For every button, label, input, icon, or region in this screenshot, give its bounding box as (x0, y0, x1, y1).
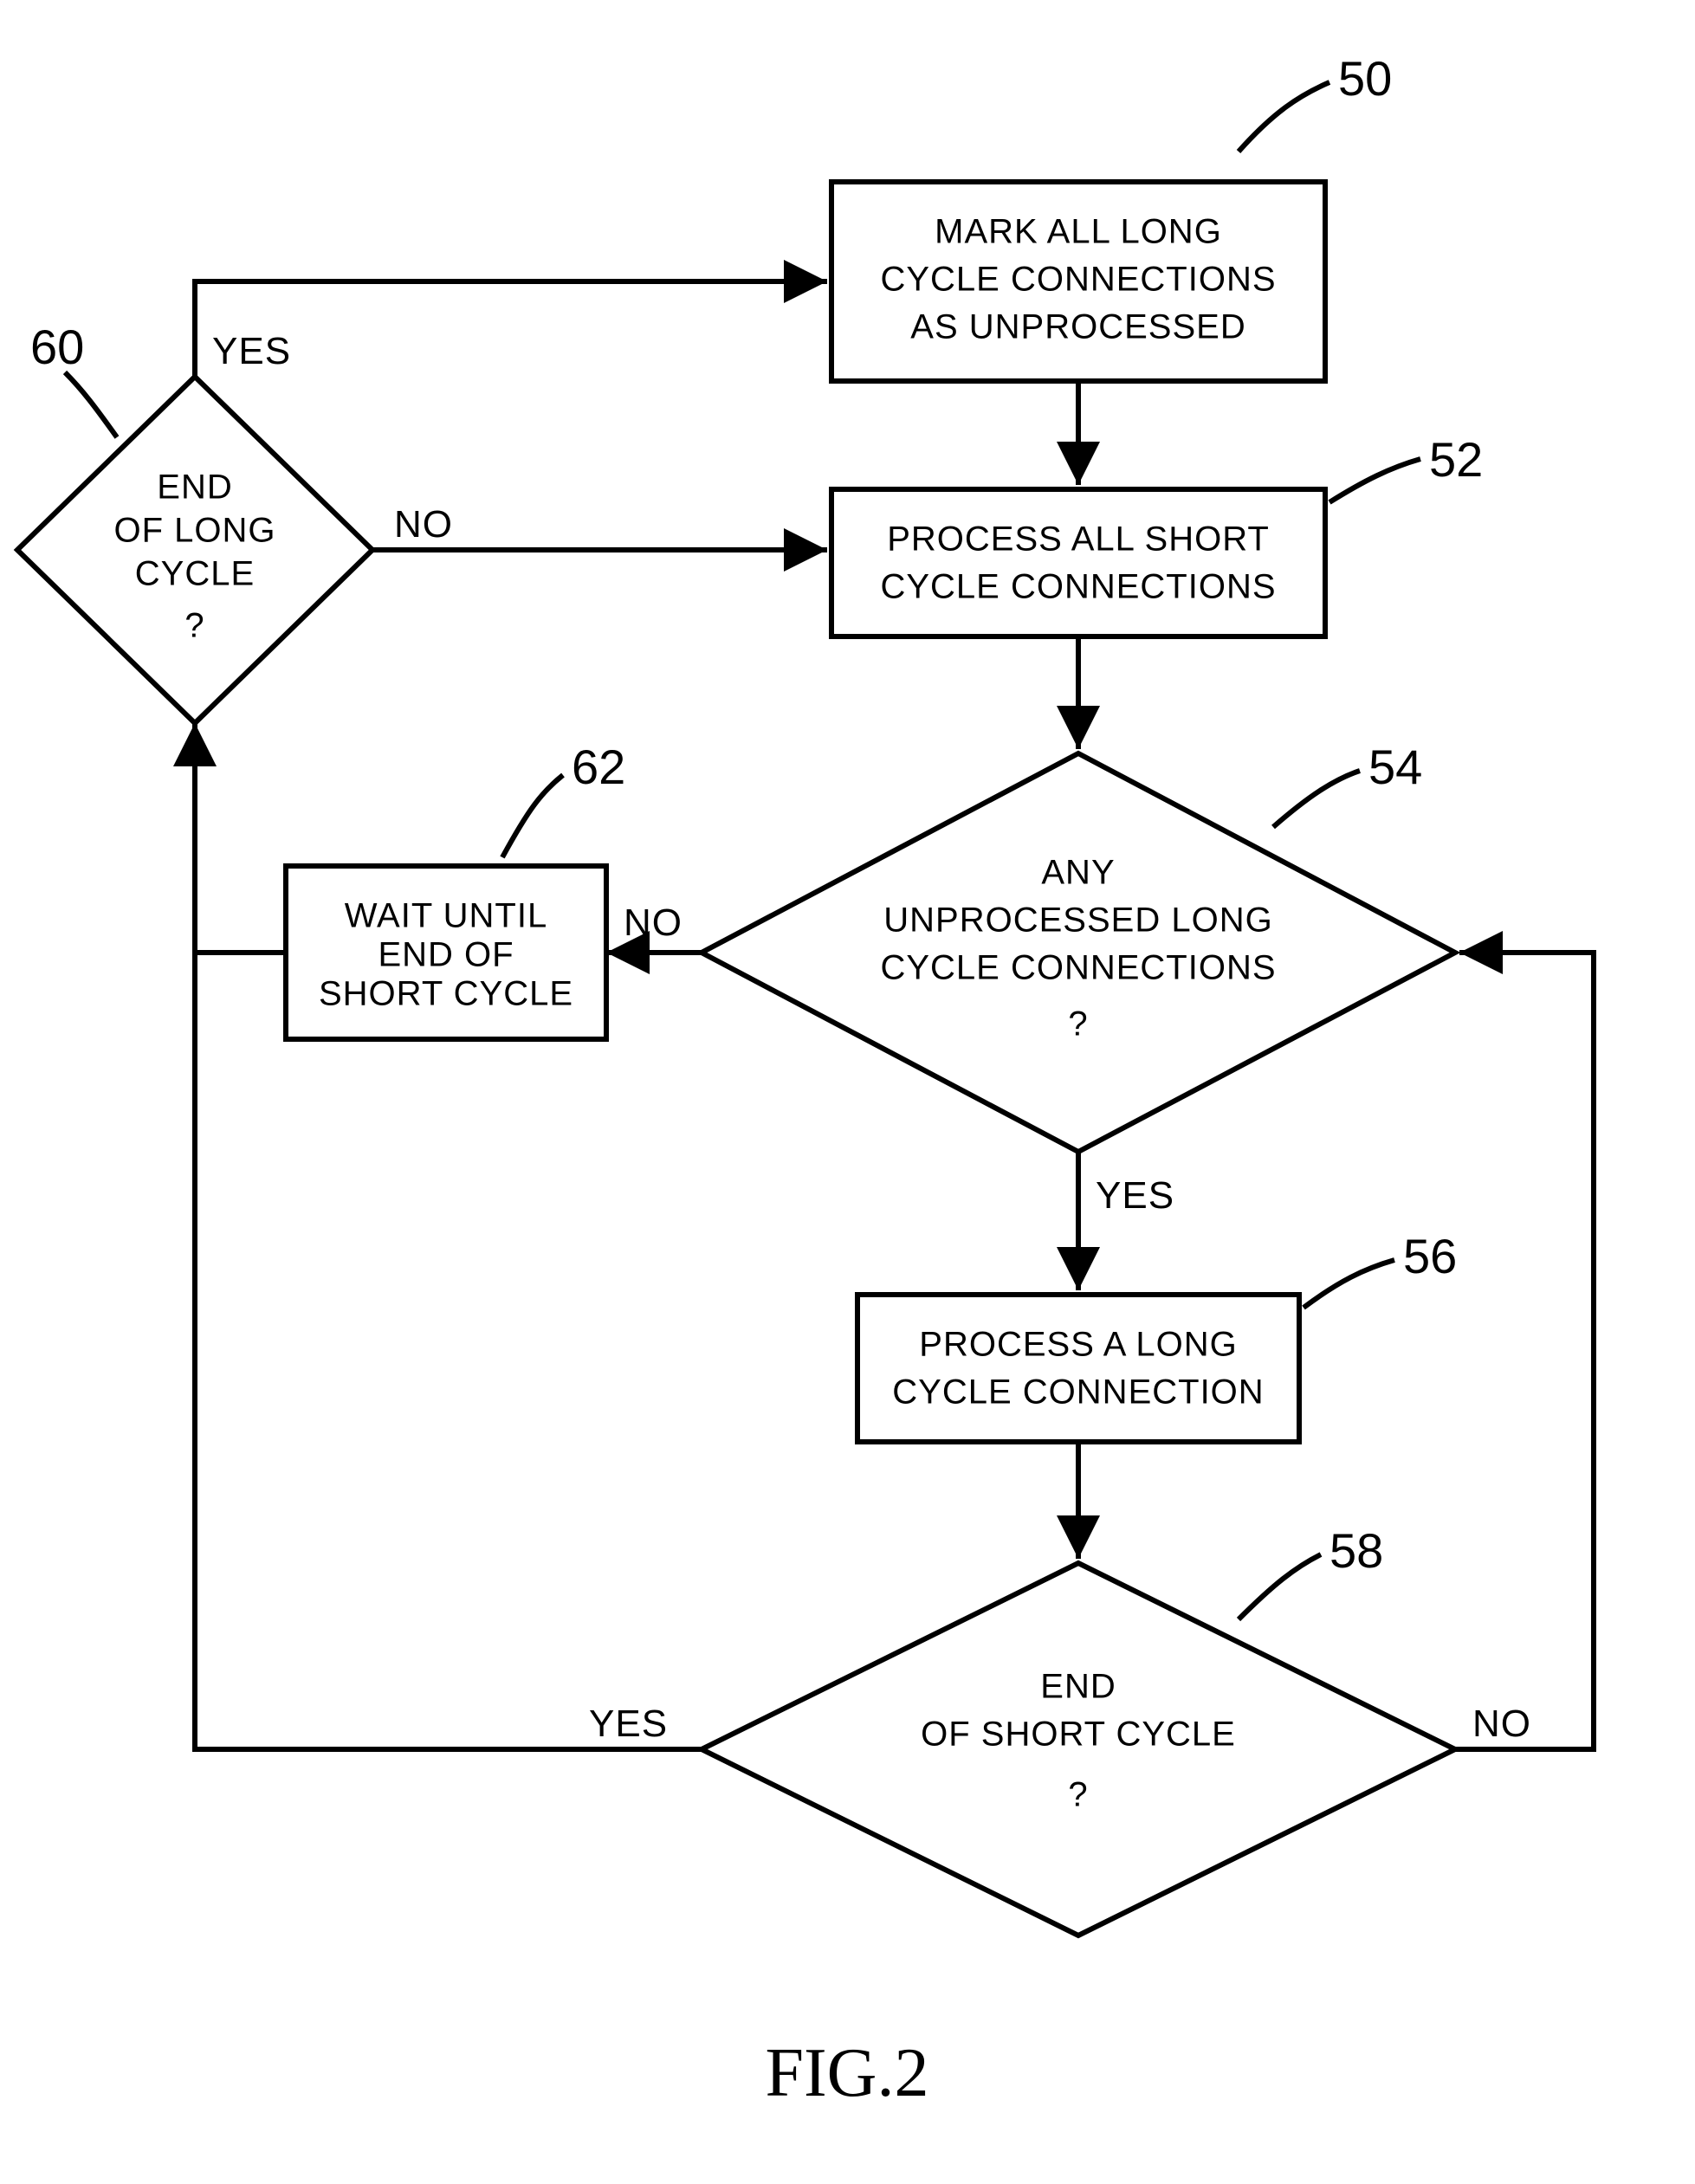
node-54-line4: ? (1068, 1005, 1088, 1044)
node-54: ANY UNPROCESSED LONG CYCLE CONNECTIONS ? (702, 753, 1455, 1152)
edge-54-yes-label: YES (1096, 1174, 1174, 1217)
node-52-line1: PROCESS ALL SHORT (887, 520, 1270, 559)
ref-leader-54 (1273, 771, 1360, 827)
ref-leader-50 (1239, 82, 1329, 152)
node-52-line2: CYCLE CONNECTIONS (880, 568, 1276, 606)
node-60-line1: END (157, 468, 232, 507)
node-62-line1: WAIT UNTIL (345, 897, 547, 935)
node-56-line1: PROCESS A LONG (919, 1326, 1237, 1364)
node-50-line1: MARK ALL LONG (935, 213, 1222, 251)
edge-54-no-label: NO (624, 901, 683, 944)
node-58-line1: END (1040, 1668, 1116, 1706)
ref-50: 50 (1338, 51, 1392, 106)
ref-leader-52 (1329, 459, 1420, 502)
edge-58-yes-label: YES (589, 1703, 668, 1745)
ref-56: 56 (1403, 1229, 1457, 1283)
node-50-line3: AS UNPROCESSED (910, 308, 1245, 346)
edge-58-54 (1455, 953, 1594, 1749)
edge-58-no-label: NO (1472, 1703, 1531, 1745)
node-62-line2: END OF (378, 936, 514, 974)
ref-leader-60 (65, 372, 117, 437)
node-56-line2: CYCLE CONNECTION (892, 1373, 1264, 1412)
node-62-line3: SHORT CYCLE (319, 975, 573, 1013)
node-54-line2: UNPROCESSED LONG (883, 901, 1272, 940)
node-50: MARK ALL LONG CYCLE CONNECTIONS AS UNPRO… (831, 182, 1325, 381)
node-58: END OF SHORT CYCLE ? (702, 1563, 1455, 1935)
node-56: PROCESS A LONG CYCLE CONNECTION (857, 1295, 1299, 1442)
flowchart: MARK ALL LONG CYCLE CONNECTIONS AS UNPRO… (0, 0, 1695, 2184)
node-60-line2: OF LONG (113, 512, 275, 550)
ref-58: 58 (1329, 1523, 1383, 1578)
ref-leader-56 (1304, 1260, 1394, 1308)
node-58-line3: ? (1068, 1776, 1088, 1814)
ref-52: 52 (1429, 432, 1483, 487)
edge-58-60 (195, 955, 702, 1749)
ref-leader-62 (502, 775, 563, 857)
node-52: PROCESS ALL SHORT CYCLE CONNECTIONS (831, 489, 1325, 636)
ref-60: 60 (30, 320, 84, 374)
edge-60-no-label: NO (394, 503, 453, 546)
node-62: WAIT UNTIL END OF SHORT CYCLE (286, 866, 606, 1039)
node-58-line2: OF SHORT CYCLE (921, 1716, 1236, 1754)
edge-60-yes-label: YES (212, 330, 291, 372)
ref-62: 62 (572, 740, 625, 794)
figure-label: FIG.2 (766, 2035, 929, 2111)
node-60-line4: ? (184, 607, 204, 645)
node-60-line3: CYCLE (135, 555, 255, 593)
node-50-line2: CYCLE CONNECTIONS (880, 261, 1276, 299)
node-54-line1: ANY (1041, 854, 1115, 892)
ref-54: 54 (1368, 740, 1422, 794)
edge-62-60 (195, 723, 286, 953)
ref-leader-58 (1239, 1554, 1321, 1619)
node-60: END OF LONG CYCLE ? (17, 377, 372, 723)
node-54-line3: CYCLE CONNECTIONS (880, 949, 1276, 987)
